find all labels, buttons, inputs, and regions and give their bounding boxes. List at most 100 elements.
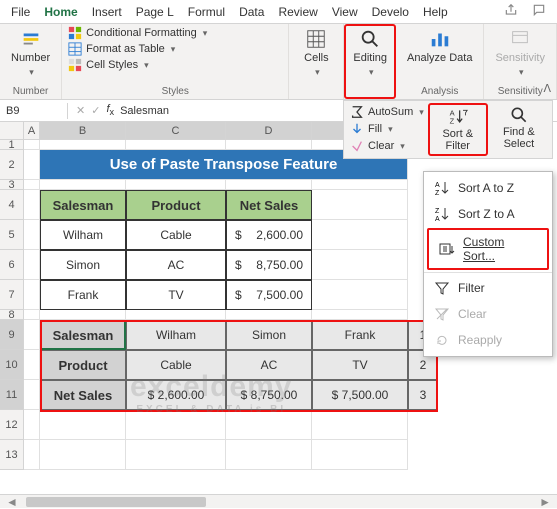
t2-cell[interactable]: $ 7,500.00 bbox=[312, 380, 408, 410]
t1-hdr-netsales[interactable]: Net Sales bbox=[226, 190, 312, 220]
group-label-cells bbox=[295, 97, 337, 98]
group-label-analysis: Analysis bbox=[402, 86, 477, 98]
conditional-formatting-button[interactable]: Conditional Formatting▾ bbox=[68, 26, 207, 40]
ribbon-group-editing: Editing▾ bbox=[344, 24, 396, 99]
t1-cell[interactable]: $2,600.00 bbox=[226, 220, 312, 250]
row-header-12[interactable]: 12 bbox=[0, 410, 24, 440]
cancel-formula-icon: ✕ bbox=[76, 104, 85, 117]
row-header-3[interactable]: 3 bbox=[0, 180, 24, 190]
svg-text:A: A bbox=[435, 216, 440, 222]
row-header-10[interactable]: 10 bbox=[0, 350, 24, 380]
sort-a-to-z-item[interactable]: AZ Sort A to Z bbox=[424, 175, 552, 201]
menu-pagelayout[interactable]: Page L bbox=[129, 3, 181, 21]
row-header-9[interactable]: 9 bbox=[0, 320, 24, 350]
group-label-number: Number bbox=[6, 86, 55, 98]
t1-cell[interactable]: TV bbox=[126, 280, 226, 310]
editing-dropdown-panel: AutoSum▾ Fill▾ Clear▾ AZ Sort & Filter F… bbox=[343, 100, 553, 159]
analyze-data-button[interactable]: Analyze Data bbox=[402, 26, 477, 67]
collapse-ribbon-icon[interactable]: ᐱ bbox=[543, 82, 551, 95]
ribbon-group-cells: Cells▾ bbox=[289, 24, 344, 99]
fx-icon[interactable]: fx bbox=[106, 103, 114, 117]
menu-formulas[interactable]: Formul bbox=[181, 3, 232, 21]
menu-help[interactable]: Help bbox=[416, 3, 455, 21]
t2-rowhdr-salesman[interactable]: Salesman bbox=[40, 320, 126, 350]
menu-review[interactable]: Review bbox=[271, 3, 324, 21]
editing-button[interactable]: Editing▾ bbox=[348, 26, 392, 79]
reapply-item: Reapply bbox=[424, 327, 552, 353]
row-header-1[interactable]: 1 bbox=[0, 140, 24, 150]
number-format-button[interactable]: Number▾ bbox=[6, 26, 55, 79]
t2-cell[interactable]: Simon bbox=[226, 320, 312, 350]
row-header-6[interactable]: 6 bbox=[0, 250, 24, 280]
filter-item[interactable]: Filter bbox=[424, 275, 552, 301]
row-header-2[interactable]: 2 bbox=[0, 150, 24, 180]
ribbon-group-styles: Conditional Formatting▾ Format as Table▾… bbox=[62, 24, 289, 99]
menu-home[interactable]: Home bbox=[37, 3, 84, 21]
ribbon: Number▾ Number Conditional Formatting▾ F… bbox=[0, 24, 557, 100]
find-select-button[interactable]: Find & Select bbox=[488, 103, 550, 156]
ribbon-group-number: Number▾ Number bbox=[0, 24, 62, 99]
t1-cell[interactable]: Cable bbox=[126, 220, 226, 250]
row-header-13[interactable]: 13 bbox=[0, 440, 24, 470]
svg-text:Z: Z bbox=[449, 117, 454, 126]
ribbon-group-analysis: Analyze Data Analysis bbox=[396, 24, 484, 99]
row-header-8[interactable]: 8 bbox=[0, 310, 24, 320]
t2-cell[interactable]: Frank bbox=[312, 320, 408, 350]
svg-text:Z: Z bbox=[435, 190, 440, 196]
t1-cell[interactable]: $8,750.00 bbox=[226, 250, 312, 280]
format-as-table-button[interactable]: Format as Table▾ bbox=[68, 42, 207, 56]
group-label-sensitivity: Sensitivity bbox=[490, 86, 550, 98]
t1-hdr-product[interactable]: Product bbox=[126, 190, 226, 220]
cell-styles-button[interactable]: Cell Styles▾ bbox=[68, 58, 207, 72]
menubar: File Home Insert Page L Formul Data Revi… bbox=[0, 0, 557, 24]
select-all-corner[interactable] bbox=[0, 122, 24, 140]
share-icon[interactable] bbox=[497, 1, 525, 22]
menu-data[interactable]: Data bbox=[232, 3, 271, 21]
t1-cell[interactable]: Simon bbox=[40, 250, 126, 280]
t1-cell[interactable]: AC bbox=[126, 250, 226, 280]
col-header-a[interactable]: A bbox=[24, 122, 40, 140]
t2-cell[interactable]: $ 8,750.00 bbox=[226, 380, 312, 410]
svg-text:Z: Z bbox=[435, 208, 440, 215]
menu-view[interactable]: View bbox=[325, 3, 365, 21]
sort-filter-menu: AZ Sort A to Z ZA Sort Z to A Custom Sor… bbox=[423, 171, 553, 357]
t1-cell[interactable]: Wilham bbox=[40, 220, 126, 250]
t1-cell[interactable]: $7,500.00 bbox=[226, 280, 312, 310]
row-header-11[interactable]: 11 bbox=[0, 380, 24, 410]
group-label-styles: Styles bbox=[68, 86, 282, 98]
t2-cell[interactable]: $ 2,600.00 bbox=[126, 380, 226, 410]
t2-rowhdr-product[interactable]: Product bbox=[40, 350, 126, 380]
menu-file[interactable]: File bbox=[4, 3, 37, 21]
t2-cell[interactable]: Wilham bbox=[126, 320, 226, 350]
clear-filter-item: Clear bbox=[424, 301, 552, 327]
row-header-4[interactable]: 4 bbox=[0, 190, 24, 220]
autosum-button[interactable]: AutoSum▾ bbox=[350, 105, 424, 119]
comments-icon[interactable] bbox=[525, 1, 553, 22]
col-header-d[interactable]: D bbox=[226, 122, 312, 140]
sensitivity-button: Sensitivity▾ bbox=[490, 26, 550, 79]
name-box[interactable]: B9 bbox=[0, 103, 68, 119]
enter-formula-icon: ✓ bbox=[91, 104, 100, 117]
t1-cell[interactable]: Frank bbox=[40, 280, 126, 310]
t2-cell[interactable]: AC bbox=[226, 350, 312, 380]
t1-hdr-salesman[interactable]: Salesman bbox=[40, 190, 126, 220]
horizontal-scrollbar[interactable]: ◄ ► bbox=[0, 494, 557, 508]
t2-rowhdr-netsales[interactable]: Net Sales bbox=[40, 380, 126, 410]
sort-z-to-a-item[interactable]: ZA Sort Z to A bbox=[424, 201, 552, 227]
t2-cell[interactable]: Cable bbox=[126, 350, 226, 380]
group-label-editing bbox=[348, 96, 392, 97]
custom-sort-item[interactable]: Custom Sort... bbox=[427, 228, 549, 270]
clear-button[interactable]: Clear▾ bbox=[350, 139, 424, 153]
cells-button[interactable]: Cells▾ bbox=[295, 26, 337, 79]
svg-text:A: A bbox=[435, 182, 440, 189]
col-header-c[interactable]: C bbox=[126, 122, 226, 140]
menu-insert[interactable]: Insert bbox=[85, 3, 129, 21]
t2-cell[interactable]: TV bbox=[312, 350, 408, 380]
col-header-b[interactable]: B bbox=[40, 122, 126, 140]
row-header-5[interactable]: 5 bbox=[0, 220, 24, 250]
row-header-7[interactable]: 7 bbox=[0, 280, 24, 310]
sort-filter-button[interactable]: AZ Sort & Filter bbox=[428, 103, 488, 156]
menu-developer[interactable]: Develo bbox=[365, 3, 416, 21]
fill-button[interactable]: Fill▾ bbox=[350, 122, 424, 136]
formula-input[interactable]: Salesman bbox=[120, 105, 169, 117]
